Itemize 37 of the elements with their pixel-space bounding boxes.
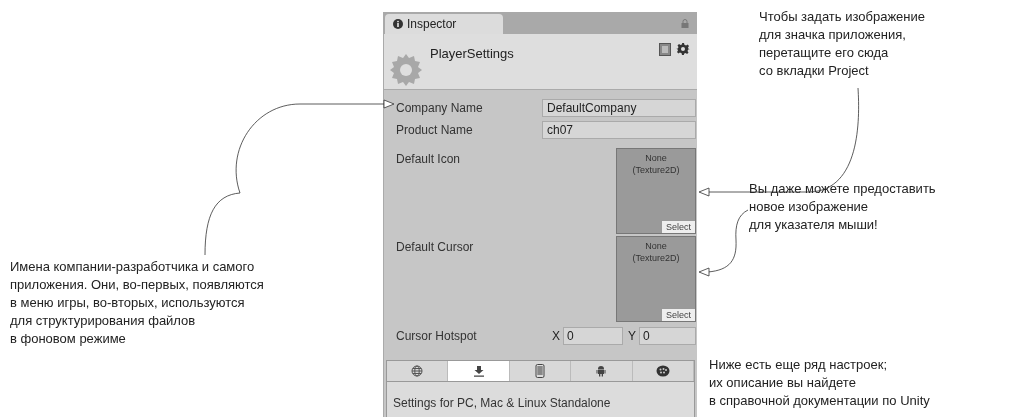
component-title: PlayerSettings (430, 45, 514, 63)
axis-label: X (551, 328, 560, 345)
section-title: Settings for PC, Mac & Linux Standalone (393, 396, 611, 410)
texture-slot[interactable]: None (Texture2D) Select (616, 148, 696, 234)
field-label: Product Name (396, 122, 473, 139)
globe-icon (411, 365, 424, 377)
android-icon (596, 365, 607, 377)
texture-slot[interactable]: None (Texture2D) Select (616, 236, 696, 322)
download-icon (472, 365, 485, 377)
select-button[interactable]: Select (661, 220, 695, 233)
field-label: Cursor Hotspot (396, 328, 477, 345)
annotation-text: Вы даже можете предоставить новое изображение для указателя мыши! (749, 180, 937, 234)
platform-tab[interactable] (571, 361, 633, 381)
annotation-text: Имена компании-разработчика и самого приложения. Они, во-первых, появляются в меню игры, во-вторых, используются для структурирования файлов в фоновом режиме (10, 258, 265, 348)
leader-line (698, 209, 749, 277)
field-label: Default Icon (396, 151, 461, 168)
axis-label: Y (628, 328, 636, 345)
number-field[interactable]: 0 (639, 327, 696, 345)
annotation-text: Ниже есть еще ряд настроек; их описание вы найдете в справочной документации по Unity (709, 356, 931, 410)
tab-label: Inspector (407, 16, 457, 33)
number-field[interactable]: 0 (563, 327, 623, 345)
platform-tab[interactable] (632, 361, 695, 381)
texture-value: None (Texture2D) (632, 152, 680, 176)
blackberry-icon (655, 365, 670, 377)
help-book-icon[interactable] (659, 43, 671, 56)
phone-icon (535, 364, 545, 378)
field-label: Default Cursor (396, 239, 474, 256)
annotation-text: Чтобы задать изображение для значка приложения, перетащите его сюда со вкладки Project (759, 8, 926, 80)
select-button[interactable]: Select (661, 308, 695, 321)
info-icon (393, 19, 403, 29)
gear-menu-icon[interactable] (676, 43, 691, 55)
platform-tab[interactable] (448, 361, 510, 381)
text-field[interactable]: DefaultCompany (542, 99, 696, 117)
texture-value: None (Texture2D) (632, 240, 680, 264)
text-field[interactable]: ch07 (542, 121, 696, 139)
field-label: Company Name (396, 100, 483, 117)
inspector-tab[interactable]: Inspector (385, 14, 503, 34)
